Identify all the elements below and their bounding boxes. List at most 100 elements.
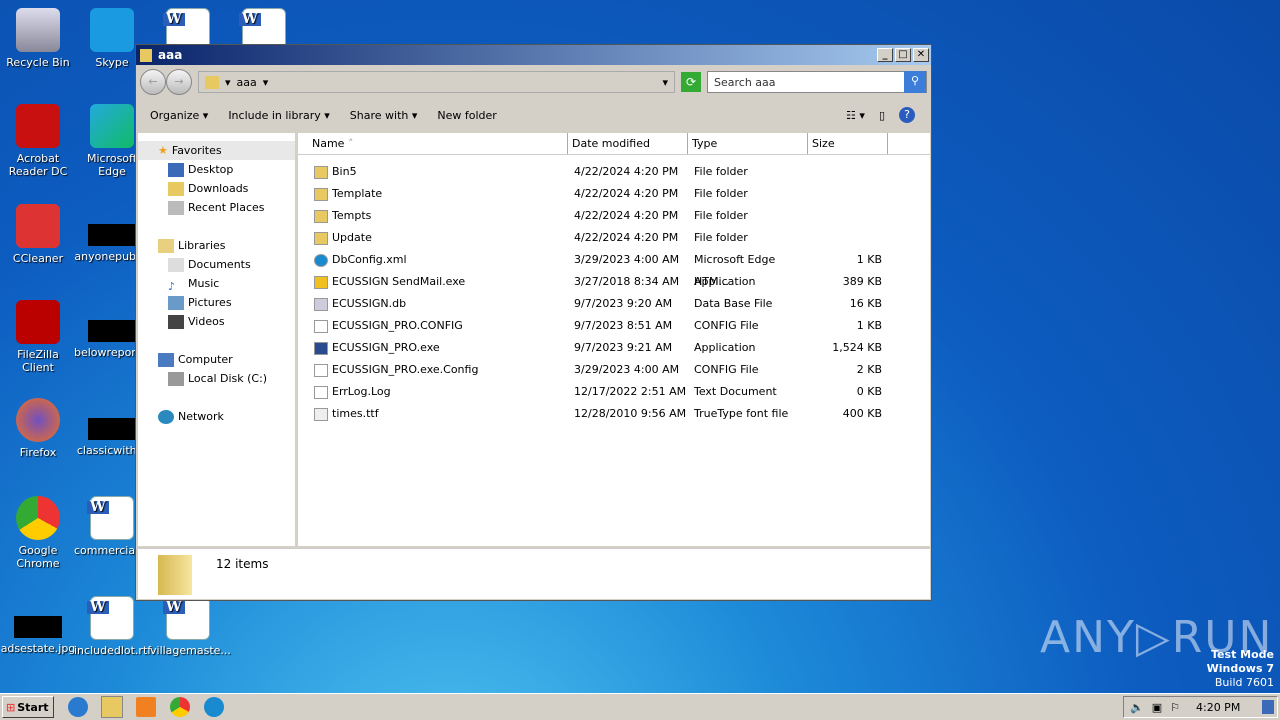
folder-icon [314, 209, 328, 223]
file-row[interactable]: ECUSSIGN_PRO.exe.Config 3/29/2023 4:00 A… [298, 359, 930, 381]
file-size: 2 KB [856, 363, 882, 376]
nav-desktop[interactable]: Desktop [138, 160, 295, 179]
desktop-icon-doc[interactable]: villagemaste... [150, 596, 231, 657]
flag-icon[interactable]: ⚐ [1170, 701, 1180, 714]
chevron-icon[interactable]: ▾ [225, 76, 231, 89]
file-name: DbConfig.xml [298, 249, 568, 271]
show-desktop-button[interactable] [1262, 700, 1274, 714]
file-row[interactable]: Tempts 4/22/2024 4:20 PM File folder [298, 205, 930, 227]
font-icon [314, 407, 328, 421]
column-size[interactable]: Size [808, 133, 888, 154]
doc-icon [163, 596, 210, 640]
forward-button[interactable]: → [166, 69, 192, 95]
file-date: 12/28/2010 9:56 AM [574, 407, 687, 420]
column-date[interactable]: Date modified [568, 133, 688, 154]
column-type[interactable]: Type [688, 133, 808, 154]
desktop-icon-doc[interactable]: includedlot.rtf [74, 596, 152, 657]
folder-icon [205, 75, 219, 89]
new-folder-button[interactable]: New folder [437, 109, 496, 122]
file-icon [314, 385, 328, 399]
minimize-button[interactable]: _ [877, 48, 893, 62]
ie-taskbar-icon[interactable] [68, 697, 88, 717]
desktop-icon-chrome[interactable]: Google Chrome [0, 496, 76, 570]
chrome-taskbar-icon[interactable] [170, 697, 190, 717]
file-name: ECUSSIGN SendMail.exe [298, 271, 568, 293]
nav-music[interactable]: ♪ Music [138, 274, 295, 293]
title-bar[interactable]: aaa _ □ ✕ [136, 45, 931, 65]
file-size [808, 205, 888, 227]
db-icon [314, 297, 328, 311]
desktop-icon-black[interactable]: adsestate.jpg [0, 596, 76, 655]
navigation-pane: ★ Favorites Desktop Downloads Recent Plac… [138, 133, 295, 546]
preview-pane-icon[interactable]: ▯ [879, 109, 885, 122]
file-date: 12/17/2022 2:51 AM [574, 385, 687, 398]
network-tray-icon[interactable]: ▣ [1152, 701, 1162, 714]
file-type: File folder [694, 231, 748, 244]
folder-icon [314, 231, 328, 245]
desktop-icon-label: adsestate.jpg [0, 642, 76, 655]
file-date: 4/22/2024 4:20 PM [574, 209, 679, 222]
nav-libraries[interactable]: Libraries [138, 236, 295, 255]
column-name[interactable]: Name ˄ [298, 133, 568, 154]
view-options-icon[interactable]: ☷ ▾ [846, 109, 865, 122]
maximize-button[interactable]: □ [895, 48, 911, 62]
nav-downloads[interactable]: Downloads [138, 179, 295, 198]
share-with-button[interactable]: Share with ▾ [350, 109, 418, 122]
organize-button[interactable]: Organize ▾ [150, 109, 208, 122]
chevron-icon[interactable]: ▾ [263, 76, 269, 89]
search-input[interactable]: Search aaa ⚲ [707, 71, 927, 93]
address-bar[interactable]: ▾ aaa ▾ ▾ [198, 71, 675, 93]
explorer-window: aaa _ □ ✕ ← → ▾ aaa ▾ ▾ ⟳ Search aaa ⚲ Orga… [135, 44, 932, 601]
desktop-icon-label: CCleaner [12, 252, 64, 265]
refresh-button[interactable]: ⟳ [681, 72, 701, 92]
file-row[interactable]: ECUSSIGN SendMail.exe 3/27/2018 8:34 AM … [298, 271, 930, 293]
file-row[interactable]: Update 4/22/2024 4:20 PM File folder [298, 227, 930, 249]
file-name: Bin5 [298, 161, 568, 183]
edge-taskbar-icon[interactable] [204, 697, 224, 717]
help-icon[interactable]: ? [899, 107, 915, 123]
nav-videos[interactable]: Videos [138, 312, 295, 331]
videos-icon [168, 314, 184, 329]
explorer-taskbar-icon[interactable] [101, 696, 123, 718]
file-row[interactable]: times.ttf 12/28/2010 9:56 AM TrueType fo… [298, 403, 930, 425]
edge-icon [314, 253, 328, 267]
nav-local-disk[interactable]: Local Disk (C:) [138, 369, 295, 388]
file-row[interactable]: ErrLog.Log 12/17/2022 2:51 AM Text Docum… [298, 381, 930, 403]
media-player-taskbar-icon[interactable] [136, 697, 156, 717]
nav-recent-places[interactable]: Recent Places [138, 198, 295, 217]
file-date: 3/29/2023 4:00 AM [574, 253, 680, 266]
desktop-icon-firefox[interactable]: Firefox [0, 398, 76, 459]
file-row[interactable]: Template 4/22/2024 4:20 PM File folder [298, 183, 930, 205]
file-type: Application [694, 275, 756, 288]
file-row[interactable]: ECUSSIGN_PRO.CONFIG 9/7/2023 8:51 AM CON… [298, 315, 930, 337]
file-row[interactable]: DbConfig.xml 3/29/2023 4:00 AM Microsoft… [298, 249, 930, 288]
star-icon: ★ [158, 144, 168, 157]
nav-favorites[interactable]: ★ Favorites [138, 141, 295, 160]
close-button[interactable]: ✕ [913, 48, 929, 62]
address-dropdown[interactable]: ▾ [662, 76, 668, 89]
ccleaner-icon [16, 204, 60, 248]
desktop-icon-label: includedlot.rtf [74, 644, 152, 657]
desktop-icon-filezilla[interactable]: FileZilla Client [0, 300, 76, 374]
include-in-library-button[interactable]: Include in library ▾ [228, 109, 329, 122]
file-row[interactable]: Bin5 4/22/2024 4:20 PM File folder [298, 161, 930, 183]
breadcrumb-aaa[interactable]: aaa [237, 76, 257, 89]
desktop-icon-recycle[interactable]: Recycle Bin [0, 8, 76, 69]
nav-computer[interactable]: Computer [138, 350, 295, 369]
clock[interactable]: 4:20 PM [1196, 701, 1240, 714]
start-button[interactable]: ⊞ Start [2, 696, 54, 718]
nav-network[interactable]: Network [138, 407, 295, 426]
file-size: 389 KB [842, 275, 882, 288]
search-icon[interactable]: ⚲ [904, 71, 926, 93]
file-row[interactable]: ECUSSIGN.db 9/7/2023 9:20 AM Data Base F… [298, 293, 930, 315]
desktop-icon-ccleaner[interactable]: CCleaner [0, 204, 76, 265]
back-button[interactable]: ← [140, 69, 166, 95]
file-row[interactable]: ECUSSIGN_PRO.exe 9/7/2023 9:21 AM Applic… [298, 337, 930, 359]
disk-icon [168, 371, 184, 386]
volume-icon[interactable]: 🔈 [1130, 701, 1144, 714]
desktop-icon-acrobat[interactable]: Acrobat Reader DC [0, 104, 76, 178]
nav-documents[interactable]: Documents [138, 255, 295, 274]
file-type: TrueType font file [694, 407, 789, 420]
nav-pictures[interactable]: Pictures [138, 293, 295, 312]
file-name: ECUSSIGN_PRO.exe [298, 337, 568, 359]
